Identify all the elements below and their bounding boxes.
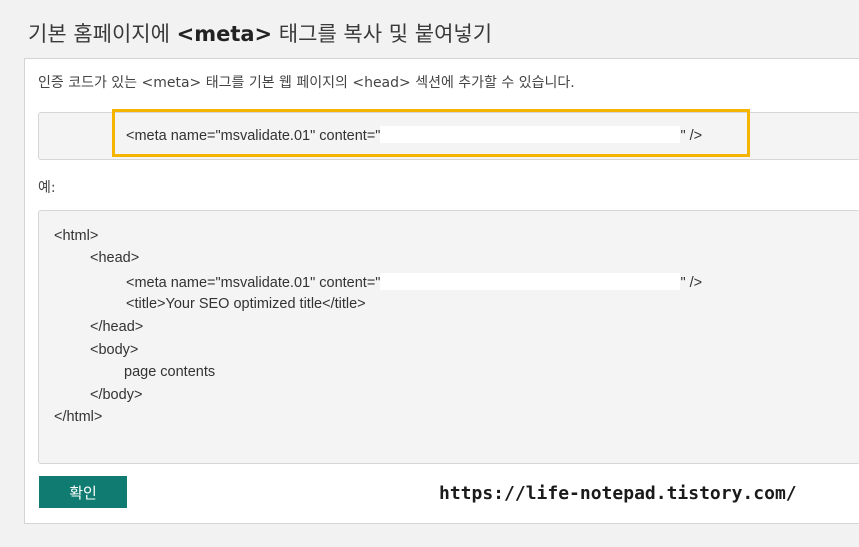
redacted-code-example — [380, 273, 681, 290]
highlight-box — [112, 109, 750, 157]
code-head-close: </head> — [90, 319, 144, 335]
description-text: 인증 코드가 있는 <meta> 태그를 기본 웹 페이지의 <head> 섹션… — [38, 75, 575, 91]
code-html-close: </html> — [54, 409, 103, 425]
page-title: 기본 홈페이지에 <meta> 태그를 복사 및 붙여넣기 — [28, 18, 492, 48]
title-tag: <meta> — [176, 22, 273, 46]
code-meta-end: " /> — [680, 275, 703, 291]
watermark-url: https://life-notepad.tistory.com/ — [439, 483, 797, 504]
code-meta-start: <meta name="msvalidate.01" content=" — [126, 275, 381, 291]
confirm-button[interactable]: 확인 — [39, 476, 127, 508]
title-prefix: 기본 홈페이지에 — [28, 22, 177, 46]
example-code-box — [38, 210, 859, 464]
code-head-open: <head> — [90, 250, 140, 266]
code-html-open: <html> — [54, 228, 99, 244]
code-body-open: <body> — [90, 342, 139, 358]
example-label: 예: — [38, 180, 56, 196]
code-meta-line: <meta name="msvalidate.01" content=" " /> — [126, 273, 702, 291]
code-title-line: <title>Your SEO optimized title</title> — [126, 296, 366, 312]
title-suffix: 태그를 복사 및 붙여넣기 — [272, 22, 493, 46]
code-body-close: </body> — [90, 387, 143, 403]
code-page-contents: page contents — [124, 364, 216, 380]
